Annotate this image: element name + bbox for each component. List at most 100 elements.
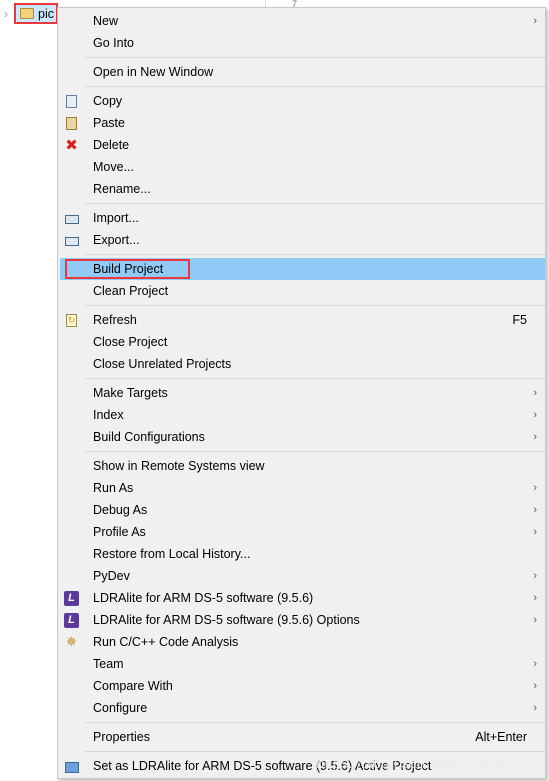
- menu-item-profile-as[interactable]: Profile As ›: [58, 521, 545, 543]
- menu-item-import[interactable]: Import...: [58, 207, 545, 229]
- chevron-right-icon[interactable]: ›: [4, 7, 14, 21]
- menu-item-label: Debug As: [93, 503, 148, 517]
- delete-icon: ✖: [65, 137, 78, 154]
- menu-separator: [85, 378, 545, 379]
- menu-item-label: Team: [93, 657, 124, 671]
- menu-item-label: LDRAlite for ARM DS-5 software (9.5.6) O…: [93, 613, 360, 627]
- menu-item-label: PyDev: [93, 569, 130, 583]
- menu-separator: [85, 254, 545, 255]
- project-folder-icon: [20, 8, 34, 19]
- submenu-arrow-icon: ›: [533, 614, 537, 626]
- code-analysis-icon: ✵: [66, 634, 77, 649]
- menu-item-set-as-ldralite-for-arm-ds-5-software-9-5-6-active-project[interactable]: Set as LDRAlite for ARM DS-5 software (9…: [58, 755, 545, 777]
- menu-item-label: Configure: [93, 701, 148, 715]
- menu-item-label: Build Configurations: [93, 430, 205, 444]
- menu-item-shortcut: Alt+Enter: [475, 730, 527, 744]
- menu-item-label: Properties: [93, 730, 150, 744]
- project-box-icon: [64, 759, 79, 773]
- menu-item-label: Clean Project: [93, 284, 169, 298]
- menu-item-go-into[interactable]: Go Into: [58, 32, 545, 54]
- menu-separator: [85, 722, 545, 723]
- submenu-arrow-icon: ›: [533, 15, 537, 27]
- submenu-arrow-icon: ›: [533, 482, 537, 494]
- menu-item-label: Show in Remote Systems view: [93, 459, 265, 473]
- project-name: pic: [38, 6, 54, 21]
- menu-item-label: Run C/C++ Code Analysis: [93, 635, 239, 649]
- menu-item-label: New: [93, 14, 119, 28]
- menu-item-team[interactable]: Team ›: [58, 653, 545, 675]
- menu-separator: [85, 203, 545, 204]
- menu-item-compare-with[interactable]: Compare With ›: [58, 675, 545, 697]
- menu-item-index[interactable]: Index ›: [58, 404, 545, 426]
- menu-item-refresh[interactable]: ↻ Refresh F5: [58, 309, 545, 331]
- paste-icon: [64, 116, 79, 130]
- menu-item-label: Rename...: [93, 182, 151, 196]
- menu-item-label: Set as LDRAlite for ARM DS-5 software (9…: [93, 759, 432, 773]
- menu-item-close-unrelated-projects[interactable]: Close Unrelated Projects: [58, 353, 545, 375]
- menu-separator: [85, 57, 545, 58]
- menu-item-make-targets[interactable]: Make Targets ›: [58, 382, 545, 404]
- menu-item-ldralite-for-arm-ds-5-software-9-5-6-options[interactable]: L LDRAlite for ARM DS-5 software (9.5.6) …: [58, 609, 545, 631]
- menu-item-restore-from-local-history[interactable]: Restore from Local History...: [58, 543, 545, 565]
- menu-item-show-in-remote-systems-view[interactable]: Show in Remote Systems view: [58, 455, 545, 477]
- annotation-highlight-box: [65, 259, 190, 279]
- ldra-icon: L: [64, 612, 79, 628]
- menu-item-label: Go Into: [93, 36, 134, 50]
- menu-item-properties[interactable]: Properties Alt+Enter: [58, 726, 545, 748]
- menu-item-label: Open in New Window: [93, 65, 214, 79]
- ldra-icon: L: [64, 590, 79, 606]
- menu-separator: [85, 751, 545, 752]
- menu-item-pydev[interactable]: PyDev ›: [58, 565, 545, 587]
- menu-item-label: Export...: [93, 233, 140, 247]
- menu-item-new[interactable]: New ›: [58, 10, 545, 32]
- submenu-arrow-icon: ›: [533, 680, 537, 692]
- menu-item-ldralite-for-arm-ds-5-software-9-5-6[interactable]: L LDRAlite for ARM DS-5 software (9.5.6) ›: [58, 587, 545, 609]
- menu-item-move[interactable]: Move...: [58, 156, 545, 178]
- menu-item-label: Move...: [93, 160, 134, 174]
- menu-separator: [85, 305, 545, 306]
- context-menu: New › Go Into Open in New Window Copy Paste ✖ D…: [57, 7, 546, 779]
- menu-item-label: Paste: [93, 116, 125, 130]
- menu-item-paste[interactable]: Paste: [58, 112, 545, 134]
- menu-item-rename[interactable]: Rename...: [58, 178, 545, 200]
- menu-item-label: Index: [93, 408, 124, 422]
- submenu-arrow-icon: ›: [533, 431, 537, 443]
- menu-separator: [85, 86, 545, 87]
- submenu-arrow-icon: ›: [533, 658, 537, 670]
- menu-item-build-configurations[interactable]: Build Configurations ›: [58, 426, 545, 448]
- menu-item-export[interactable]: Export...: [58, 229, 545, 251]
- menu-item-label: Close Unrelated Projects: [93, 357, 232, 371]
- menu-item-label: LDRAlite for ARM DS-5 software (9.5.6): [93, 591, 314, 605]
- menu-item-label: Import...: [93, 211, 139, 225]
- menu-item-close-project[interactable]: Close Project: [58, 331, 545, 353]
- copy-icon: [64, 94, 79, 108]
- menu-item-clean-project[interactable]: Clean Project: [58, 280, 545, 302]
- menu-item-shortcut: F5: [512, 313, 527, 327]
- submenu-arrow-icon: ›: [533, 702, 537, 714]
- import-icon: [64, 211, 79, 225]
- menu-item-delete[interactable]: ✖ Delete: [58, 134, 545, 156]
- menu-item-label: Close Project: [93, 335, 168, 349]
- menu-item-label: Make Targets: [93, 386, 168, 400]
- menu-item-label: Compare With: [93, 679, 173, 693]
- menu-item-configure[interactable]: Configure ›: [58, 697, 545, 719]
- menu-item-label: Profile As: [93, 525, 146, 539]
- menu-item-open-in-new-window[interactable]: Open in New Window: [58, 61, 545, 83]
- menu-item-label: Run As: [93, 481, 134, 495]
- project-item-pic[interactable]: pic: [14, 3, 58, 24]
- submenu-arrow-icon: ›: [533, 570, 537, 582]
- project-tree-row[interactable]: ›: [4, 4, 14, 24]
- refresh-icon: ↻: [66, 313, 77, 327]
- menu-item-copy[interactable]: Copy: [58, 90, 545, 112]
- menu-item-build-project[interactable]: Build Project: [60, 258, 545, 280]
- menu-item-run-as[interactable]: Run As ›: [58, 477, 545, 499]
- menu-item-run-c-c-code-analysis[interactable]: ✵ Run C/C++ Code Analysis: [58, 631, 545, 653]
- menu-item-label: Delete: [93, 138, 130, 152]
- submenu-arrow-icon: ›: [533, 526, 537, 538]
- menu-item-label: Refresh: [93, 313, 137, 327]
- submenu-arrow-icon: ›: [533, 504, 537, 516]
- menu-item-debug-as[interactable]: Debug As ›: [58, 499, 545, 521]
- menu-item-label: Copy: [93, 94, 123, 108]
- menu-separator: [85, 451, 545, 452]
- submenu-arrow-icon: ›: [533, 592, 537, 604]
